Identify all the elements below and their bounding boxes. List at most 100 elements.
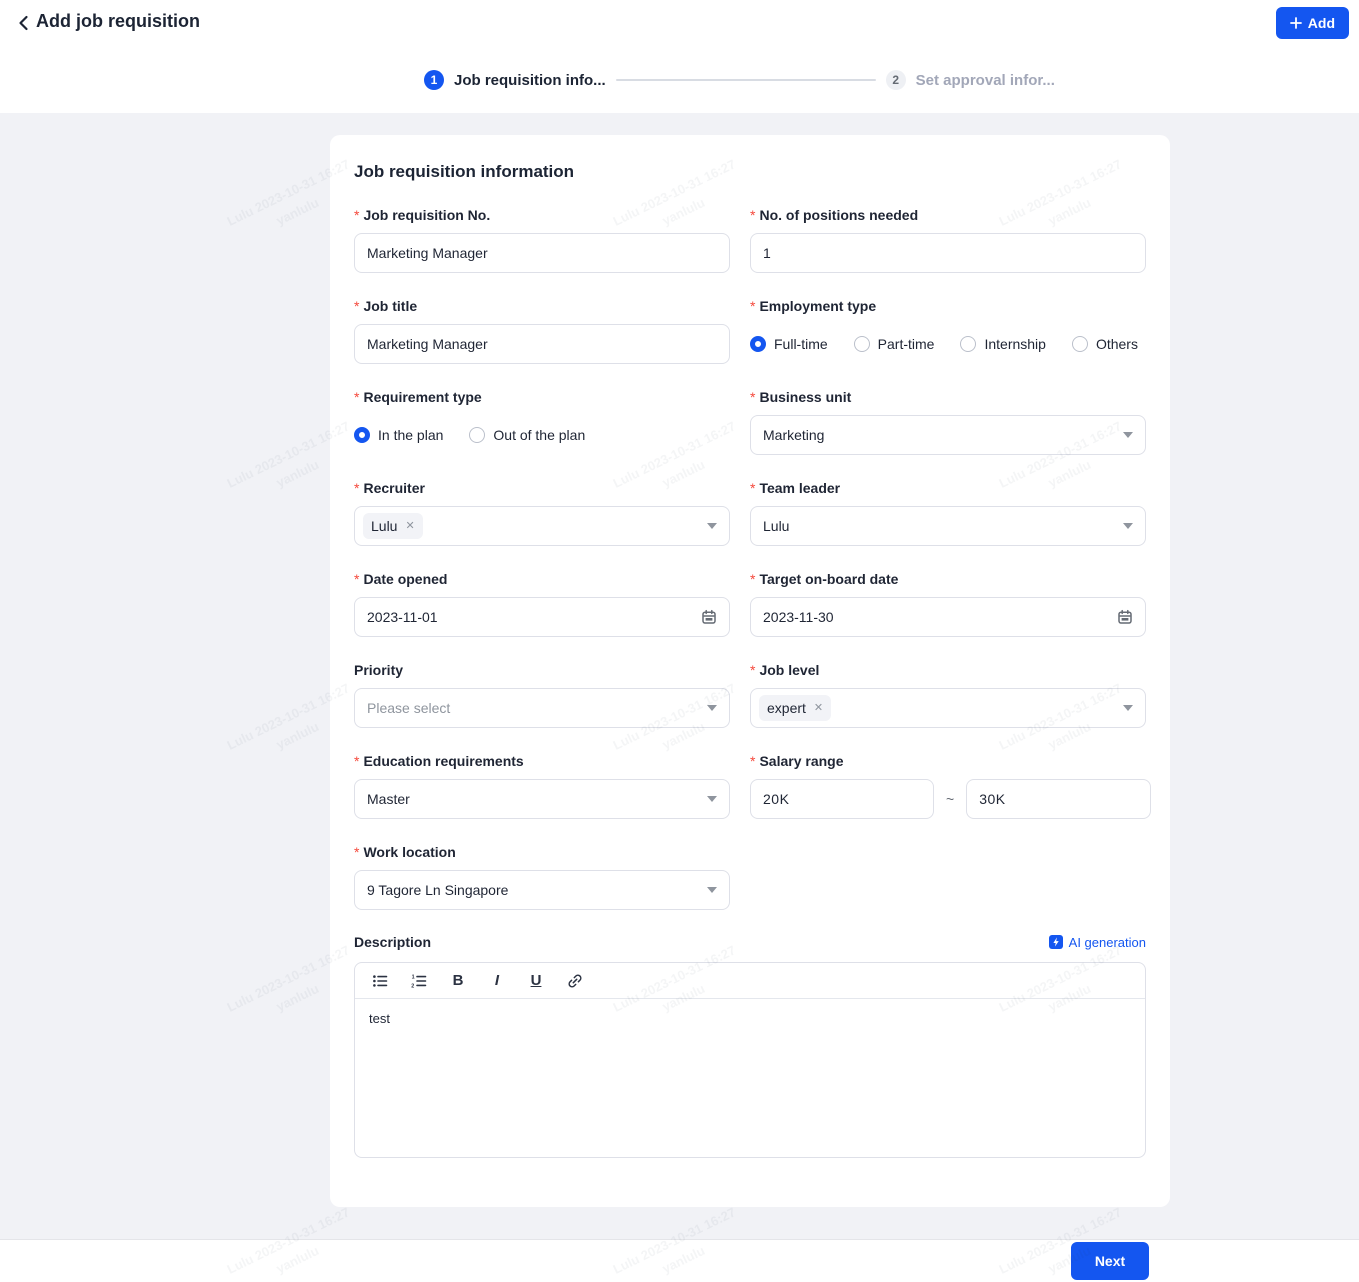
field-team-leader: * Team leader Lulu bbox=[750, 479, 1146, 546]
label-text: Job title bbox=[363, 297, 418, 314]
radio-label: Part-time bbox=[877, 336, 935, 352]
recruiter-label: * Recruiter bbox=[354, 479, 730, 496]
stepper: 1 Job requisition info... 2 Set approval… bbox=[424, 70, 1055, 90]
chevron-down-icon bbox=[707, 523, 717, 529]
target-onboard-date-label: * Target on-board date bbox=[750, 570, 1146, 587]
field-requirement-type: * Requirement type In the plan Out of th… bbox=[354, 388, 730, 455]
priority-label: Priority bbox=[354, 661, 730, 678]
step-2-circle[interactable]: 2 bbox=[885, 70, 906, 90]
job-title-label: * Job title bbox=[354, 297, 730, 314]
label-text: Job level bbox=[759, 661, 820, 678]
chevron-down-icon bbox=[707, 796, 717, 802]
required-asterisk: * bbox=[354, 388, 360, 405]
step-2-label: Set approval infor... bbox=[915, 71, 1055, 89]
bullet-list-icon[interactable] bbox=[371, 972, 389, 990]
date-opened-input[interactable]: 2023-11-01 bbox=[354, 597, 730, 637]
tag-label: Lulu bbox=[371, 518, 398, 534]
required-asterisk: * bbox=[354, 843, 360, 860]
tag-close-icon[interactable]: ✕ bbox=[814, 702, 823, 714]
card-title: Job requisition information bbox=[354, 162, 575, 181]
field-description: Description AI generation 12 B I U test bbox=[354, 934, 1146, 1158]
recruiter-select[interactable]: Lulu ✕ bbox=[354, 506, 730, 546]
job-level-select[interactable]: expert ✕ bbox=[750, 688, 1146, 728]
radio-label: Out of the plan bbox=[493, 427, 586, 443]
team-leader-select[interactable]: Lulu bbox=[750, 506, 1146, 546]
radio-selected-icon bbox=[354, 427, 370, 443]
team-leader-label: * Team leader bbox=[750, 479, 1146, 496]
required-asterisk: * bbox=[354, 297, 360, 314]
italic-icon[interactable]: I bbox=[488, 972, 506, 990]
required-asterisk: * bbox=[750, 752, 756, 769]
target-onboard-date-input[interactable]: 2023-11-30 bbox=[750, 597, 1146, 637]
radio-unselected-icon bbox=[1071, 336, 1088, 352]
required-asterisk: * bbox=[354, 206, 360, 223]
field-recruiter: * Recruiter Lulu ✕ bbox=[354, 479, 730, 546]
radio-unselected-icon bbox=[853, 336, 870, 352]
field-positions-needed: * No. of positions needed bbox=[750, 206, 1146, 273]
ai-generation-button[interactable]: AI generation bbox=[1048, 935, 1146, 950]
add-button-label: Add bbox=[1307, 15, 1335, 31]
form-row: * Work location 9 Tagore Ln Singapore bbox=[354, 843, 1146, 910]
label-text: Education requirements bbox=[363, 752, 524, 769]
required-asterisk: * bbox=[750, 206, 756, 223]
job-requisition-no-label: * Job requisition No. bbox=[354, 206, 730, 223]
education-requirements-label: * Education requirements bbox=[354, 752, 730, 769]
back-button[interactable] bbox=[12, 13, 36, 37]
tag-close-icon[interactable]: ✕ bbox=[405, 520, 414, 532]
field-job-requisition-no: * Job requisition No. bbox=[354, 206, 730, 273]
radio-selected-icon bbox=[750, 336, 766, 352]
chevron-left-icon bbox=[15, 14, 33, 37]
svg-text:1: 1 bbox=[412, 974, 415, 980]
chevron-down-icon bbox=[1123, 432, 1133, 438]
required-asterisk: * bbox=[750, 570, 756, 587]
education-requirements-select[interactable]: Master bbox=[354, 779, 730, 819]
form-col-spacer bbox=[750, 843, 1146, 910]
radio-option-part-time[interactable]: Part-time bbox=[853, 336, 935, 352]
salary-max-input[interactable] bbox=[966, 779, 1152, 819]
radio-option-full-time[interactable]: Full-time bbox=[750, 336, 828, 352]
bold-icon[interactable]: B bbox=[449, 972, 467, 990]
required-asterisk: * bbox=[750, 388, 756, 405]
label-text: Employment type bbox=[759, 297, 877, 314]
select-value: Marketing bbox=[763, 427, 825, 443]
field-employment-type: * Employment type Full-time Part-time In… bbox=[750, 297, 1146, 364]
job-title-input[interactable] bbox=[354, 324, 730, 364]
description-textarea[interactable]: test bbox=[355, 999, 1145, 1157]
description-label: Description bbox=[354, 934, 432, 950]
chevron-down-icon bbox=[1123, 523, 1133, 529]
link-icon[interactable] bbox=[566, 972, 584, 990]
field-target-onboard-date: * Target on-board date 2023-11-30 bbox=[750, 570, 1146, 637]
field-business-unit: * Business unit Marketing bbox=[750, 388, 1146, 455]
tag-label: expert bbox=[767, 700, 806, 716]
form-row: * Job requisition No. * No. of positions… bbox=[354, 206, 1146, 273]
job-requisition-no-input[interactable] bbox=[354, 233, 730, 273]
underline-icon[interactable]: U bbox=[527, 972, 545, 990]
priority-select[interactable]: Please select bbox=[354, 688, 730, 728]
date-value: 2023-11-01 bbox=[367, 609, 438, 625]
next-button[interactable]: Next bbox=[1071, 1242, 1149, 1280]
salary-min-input[interactable] bbox=[750, 779, 934, 819]
select-value: Lulu bbox=[763, 518, 790, 534]
radio-option-others[interactable]: Others bbox=[1071, 336, 1138, 352]
requirement-type-label: * Requirement type bbox=[354, 388, 730, 405]
required-asterisk: * bbox=[354, 570, 360, 587]
label-text: Business unit bbox=[759, 388, 852, 405]
job-level-label: * Job level bbox=[750, 661, 1146, 678]
ordered-list-icon[interactable]: 12 bbox=[410, 972, 428, 990]
select-value: 9 Tagore Ln Singapore bbox=[367, 882, 509, 898]
work-location-select[interactable]: 9 Tagore Ln Singapore bbox=[354, 870, 730, 910]
add-button[interactable]: Add bbox=[1275, 7, 1349, 39]
step-1-circle[interactable]: 1 bbox=[424, 70, 444, 90]
select-placeholder: Please select bbox=[367, 700, 451, 716]
radio-option-in-the-plan[interactable]: In the plan bbox=[354, 427, 443, 443]
work-location-label: * Work location bbox=[354, 843, 730, 860]
radio-option-internship[interactable]: Internship bbox=[960, 336, 1046, 352]
ai-sparkle-icon bbox=[1048, 935, 1063, 949]
radio-option-out-of-the-plan[interactable]: Out of the plan bbox=[469, 427, 585, 443]
field-work-location: * Work location 9 Tagore Ln Singapore bbox=[354, 843, 730, 910]
radio-unselected-icon bbox=[960, 336, 977, 352]
radio-label: Others bbox=[1095, 336, 1138, 352]
date-opened-label: * Date opened bbox=[354, 570, 730, 587]
positions-needed-input[interactable] bbox=[750, 233, 1146, 273]
business-unit-select[interactable]: Marketing bbox=[750, 415, 1146, 455]
